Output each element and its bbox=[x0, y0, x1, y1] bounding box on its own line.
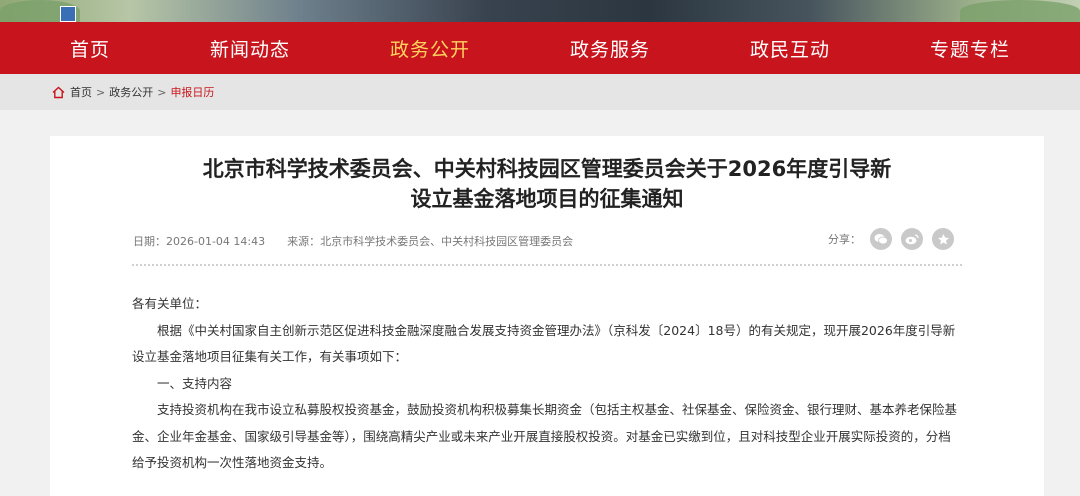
favorite-star-icon[interactable] bbox=[932, 228, 954, 250]
breadcrumb-level1-link[interactable]: 政务公开 bbox=[109, 84, 153, 100]
nav-item-gov-affairs-public[interactable]: 政务公开 bbox=[370, 35, 490, 62]
nav-item-news[interactable]: 新闻动态 bbox=[190, 35, 310, 62]
article-title-line1: 北京市科学技术委员会、中关村科技园区管理委员会关于2026年度引导新 bbox=[202, 157, 892, 181]
nav-item-interaction[interactable]: 政民互动 bbox=[730, 35, 850, 62]
breadcrumb-separator: > bbox=[157, 85, 167, 99]
article-source: 来源：北京市科学技术委员会、中关村科技园区管理委员会 bbox=[287, 235, 574, 248]
wechat-icon[interactable] bbox=[870, 228, 892, 250]
main-nav: 首页 新闻动态 政务公开 政务服务 政民互动 专题专栏 bbox=[0, 22, 1080, 74]
article-paragraph: 根据《中关村国家自主创新示范区促进科技金融深度融合发展支持资金管理办法》（京科发… bbox=[132, 322, 956, 365]
article-section-heading: 一、支持内容 bbox=[157, 375, 233, 391]
article-meta: 日期：2026-01-04 14:43 来源：北京市科学技术委员会、中关村科技园… bbox=[133, 233, 573, 249]
meta-divider bbox=[132, 264, 962, 266]
breadcrumb-current: 申报日历 bbox=[170, 86, 215, 99]
article-title-line2: 设立基金落地项目的征集通知 bbox=[410, 187, 684, 211]
nav-item-gov-services[interactable]: 政务服务 bbox=[550, 35, 670, 62]
article-date: 日期：2026-01-04 14:43 bbox=[133, 235, 266, 248]
article-title: 北京市科学技术委员会、中关村科技园区管理委员会关于2026年度引导新 设立基金落… bbox=[50, 154, 1044, 214]
article-card: 北京市科学技术委员会、中关村科技园区管理委员会关于2026年度引导新 设立基金落… bbox=[50, 136, 1044, 496]
share-bar: 分享： bbox=[828, 228, 954, 250]
header-banner-photo bbox=[0, 0, 1080, 22]
article-body: 各有关单位： 根据《中关村国家自主创新示范区促进科技金融深度融合发展支持资金管理… bbox=[132, 291, 962, 477]
breadcrumb: 首页 > 政务公开 > 申报日历 bbox=[0, 74, 1080, 110]
breadcrumb-separator: > bbox=[96, 85, 106, 99]
nav-item-special-topics[interactable]: 专题专栏 bbox=[910, 35, 1030, 62]
banner-sign bbox=[60, 6, 76, 22]
banner-tree-right bbox=[960, 0, 1080, 22]
nav-item-home[interactable]: 首页 bbox=[50, 35, 130, 62]
weibo-icon[interactable] bbox=[901, 228, 923, 250]
article-salutation: 各有关单位： bbox=[132, 296, 208, 311]
breadcrumb-home-link[interactable]: 首页 bbox=[70, 84, 92, 100]
article-paragraph: 支持投资机构在我市设立私募股权投资基金，鼓励投资机构积极募集长期资金（包括主权基… bbox=[132, 402, 958, 470]
share-label: 分享： bbox=[828, 233, 861, 246]
home-icon[interactable] bbox=[52, 86, 65, 99]
